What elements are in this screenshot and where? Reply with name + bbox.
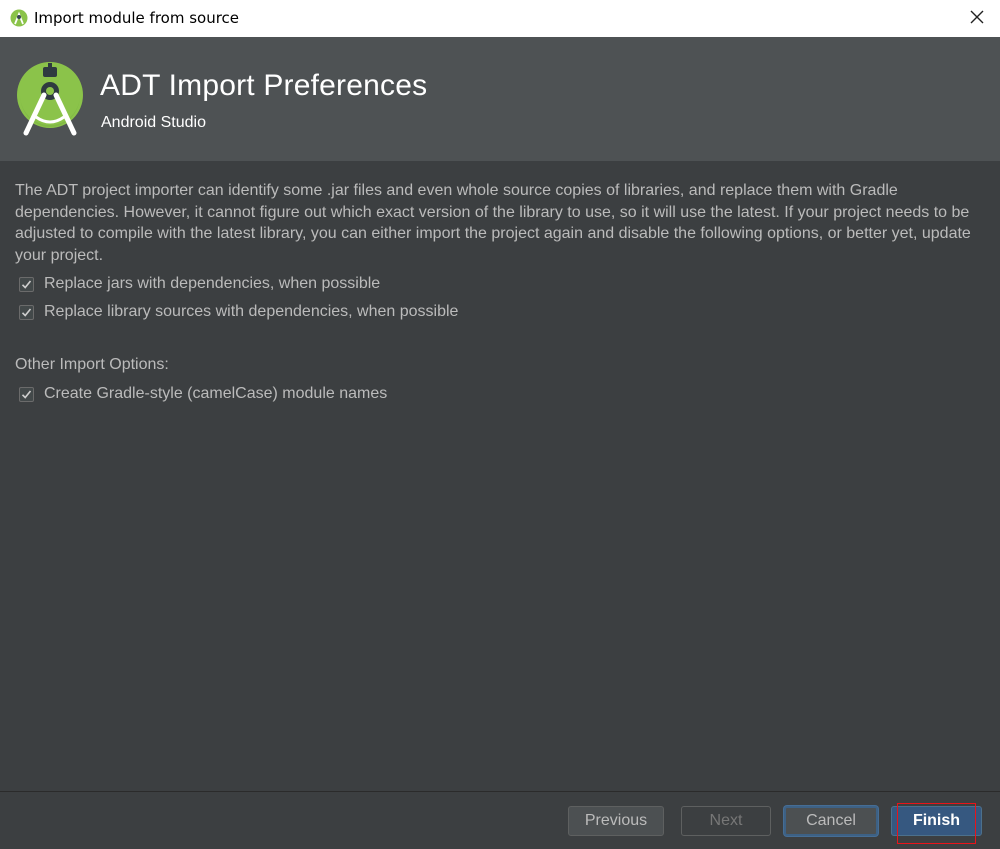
wizard-footer: Previous Next Cancel Finish	[0, 791, 1000, 849]
android-studio-icon	[10, 9, 28, 27]
checkmark-icon	[21, 389, 32, 399]
close-icon[interactable]	[968, 8, 986, 26]
page-title: ADT Import Preferences	[100, 69, 428, 102]
replace-library-sources-checkbox-row[interactable]: Replace library sources with dependencie…	[19, 302, 458, 322]
camelcase-module-names-checkbox[interactable]	[19, 386, 34, 402]
replace-jars-label: Replace jars with dependencies, when pos…	[44, 275, 381, 292]
other-import-options-label: Other Import Options:	[15, 356, 169, 373]
camelcase-module-names-label: Create Gradle-style (camelCase) module n…	[44, 385, 388, 402]
replace-jars-checkbox[interactable]	[19, 276, 34, 292]
checkmark-icon	[21, 307, 32, 317]
replace-library-sources-label: Replace library sources with dependencie…	[44, 303, 459, 320]
replace-library-sources-checkbox[interactable]	[19, 304, 34, 320]
camelcase-module-names-checkbox-row[interactable]: Create Gradle-style (camelCase) module n…	[19, 384, 387, 404]
page-subtitle: Android Studio	[101, 114, 206, 131]
wizard-header: ADT Import Preferences Android Studio	[0, 37, 1000, 161]
replace-jars-checkbox-row[interactable]: Replace jars with dependencies, when pos…	[19, 274, 380, 294]
window-title: Import module from source	[34, 9, 240, 27]
finish-button[interactable]: Finish	[891, 806, 982, 836]
next-button[interactable]: Next	[681, 806, 771, 836]
wizard-content: The ADT project importer can identify so…	[0, 161, 1000, 791]
cancel-button[interactable]: Cancel	[784, 806, 878, 836]
description-text: The ADT project importer can identify so…	[15, 182, 971, 264]
previous-button[interactable]: Previous	[568, 806, 664, 836]
android-studio-logo	[17, 62, 83, 136]
window-titlebar: Import module from source	[0, 0, 1000, 37]
checkmark-icon	[21, 279, 32, 289]
